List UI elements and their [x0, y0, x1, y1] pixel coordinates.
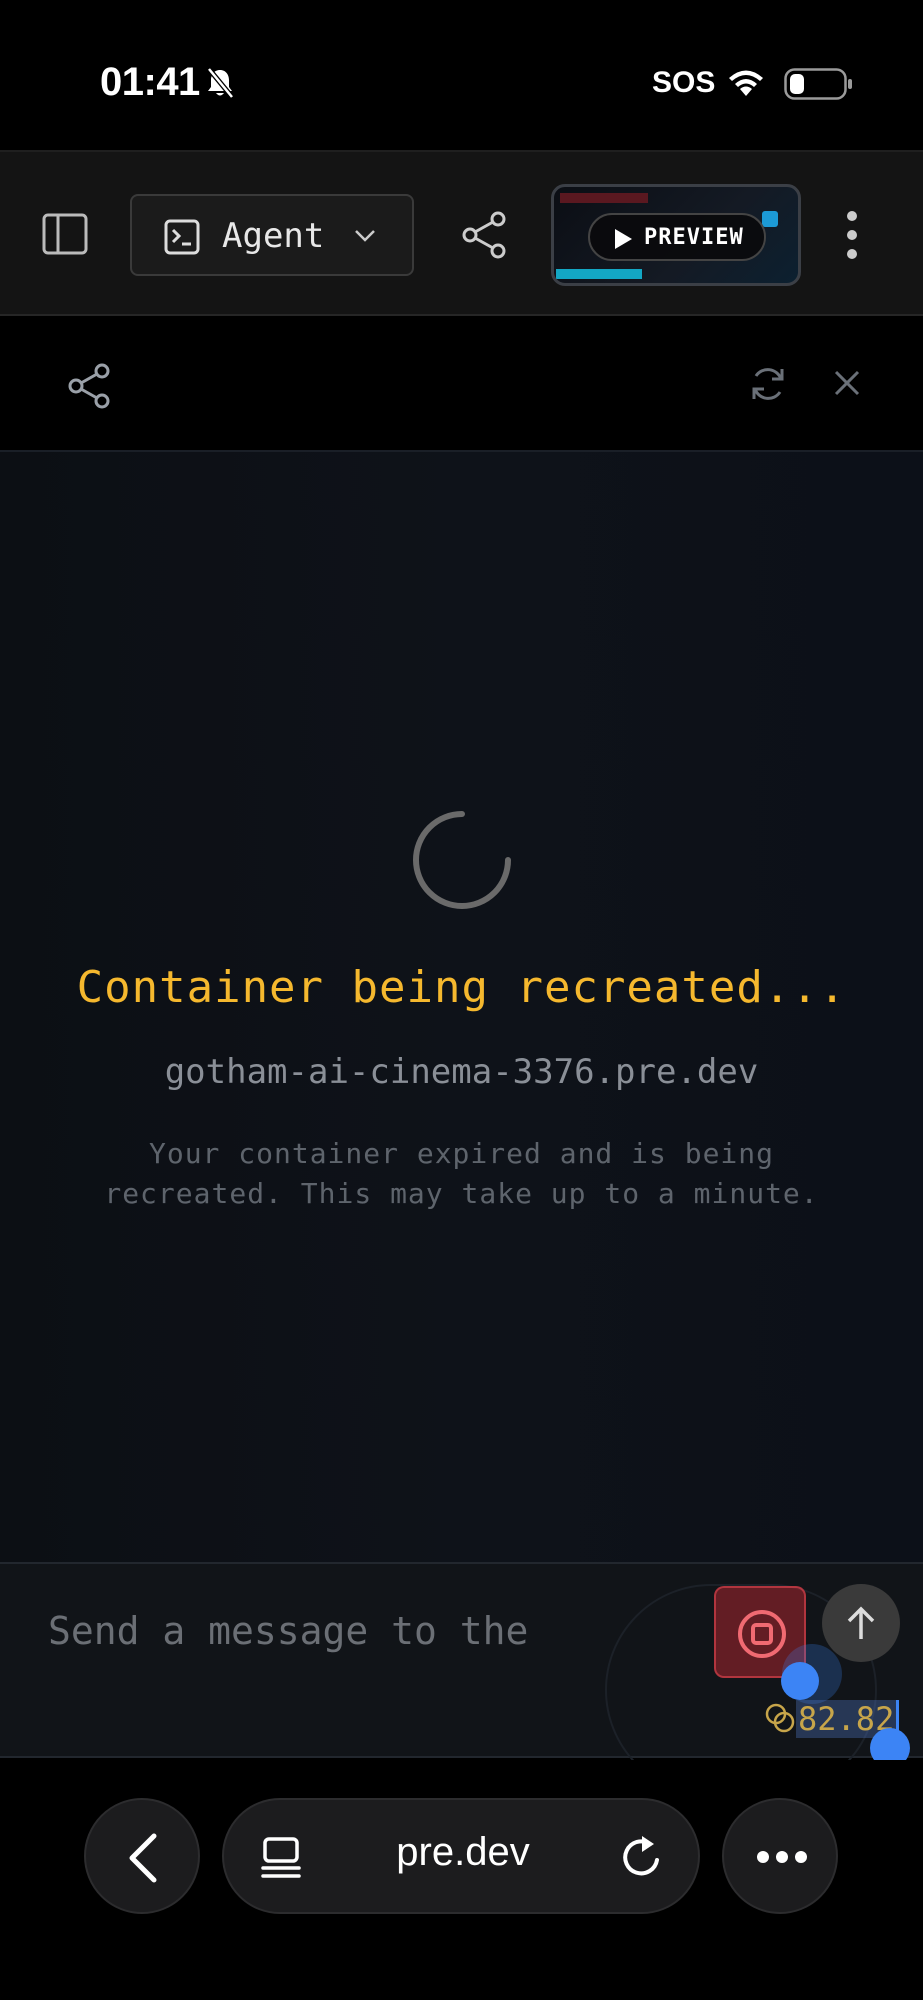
preview-thumbnail[interactable]: PREVIEW: [551, 184, 801, 286]
loading-description: Your container expired and is being recr…: [104, 1137, 819, 1210]
more-options-icon[interactable]: [842, 210, 862, 264]
chevron-left-icon: [129, 1833, 157, 1883]
browser-toolbar: pre.dev: [0, 1760, 923, 2000]
thumbnail-badge: [762, 211, 778, 227]
app-toolbar: Agent PREVIEW: [0, 150, 923, 316]
bell-off-icon: [205, 67, 235, 103]
preview-button[interactable]: PREVIEW: [588, 213, 766, 261]
container-host: gotham-ai-cinema-3376.pre.dev: [164, 1052, 759, 1092]
sidebar-toggle-icon[interactable]: [42, 213, 88, 259]
agent-mode-label: Agent: [222, 216, 325, 256]
thumbnail-decoration: [556, 269, 642, 279]
carrier-label: SOS: [652, 66, 716, 99]
selection-handle-start[interactable]: [781, 1662, 819, 1700]
coins-icon: [764, 1702, 796, 1738]
chevron-down-icon: [352, 222, 378, 252]
message-input[interactable]: [48, 1606, 588, 1656]
refresh-icon[interactable]: [748, 364, 788, 408]
stop-icon: [738, 1610, 786, 1658]
arrow-up-icon: [847, 1606, 875, 1639]
wifi-icon: [726, 66, 766, 102]
preview-panel-header: [0, 318, 923, 452]
status-time: 01:41: [100, 60, 200, 104]
close-icon[interactable]: [832, 368, 862, 402]
more-button[interactable]: [722, 1798, 838, 1914]
preview-button-label: PREVIEW: [644, 225, 744, 250]
back-button[interactable]: [84, 1798, 200, 1914]
thumbnail-decoration: [560, 193, 648, 203]
loading-spinner-icon: [410, 808, 514, 916]
send-button[interactable]: [822, 1584, 900, 1662]
agent-mode-dropdown[interactable]: Agent: [130, 194, 414, 276]
loading-title: Container being recreated...: [76, 962, 847, 1013]
ellipsis-icon: [757, 1851, 807, 1863]
message-composer: 82.82: [0, 1562, 923, 1796]
address-bar[interactable]: pre.dev: [222, 1798, 700, 1914]
battery-icon: [784, 68, 854, 104]
preview-content: Container being recreated... gotham-ai-c…: [0, 452, 923, 1564]
play-icon: [612, 227, 634, 255]
terminal-icon: [164, 219, 200, 259]
share-icon[interactable]: [66, 362, 112, 414]
status-bar: 01:41 SOS: [0, 0, 923, 150]
reload-icon[interactable]: [620, 1834, 664, 1886]
share-icon[interactable]: [460, 210, 508, 264]
